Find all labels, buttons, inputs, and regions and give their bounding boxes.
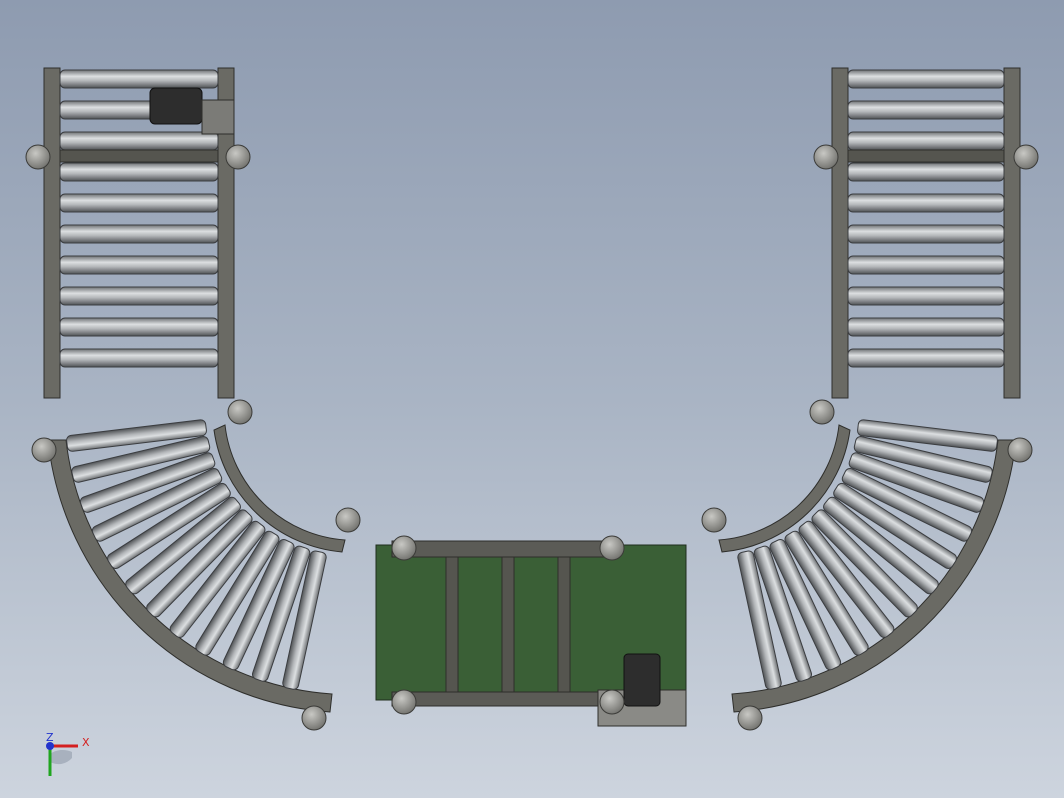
- caster-wheel: [31, 437, 57, 463]
- caster-wheel: [599, 535, 625, 561]
- roller: [847, 131, 1005, 151]
- caster-wheel: [1007, 437, 1033, 463]
- roller: [59, 255, 219, 275]
- roller: [59, 224, 219, 244]
- belt-top-frame: [391, 540, 619, 558]
- caster-wheel: [737, 705, 763, 731]
- roller: [847, 162, 1005, 182]
- roller: [59, 131, 219, 151]
- caster-wheel: [391, 535, 417, 561]
- roller: [847, 317, 1005, 337]
- right-straight-conveyor: [831, 67, 1021, 399]
- caster-wheel: [301, 705, 327, 731]
- roller: [59, 162, 219, 182]
- x-axis-label: X: [82, 736, 90, 749]
- cad-viewport[interactable]: X Z: [0, 0, 1064, 798]
- roller: [847, 286, 1005, 306]
- caster-wheel: [813, 144, 839, 170]
- caster-wheel: [599, 689, 625, 715]
- roller: [59, 193, 219, 213]
- belt-bottom-frame: [391, 691, 619, 707]
- caster-wheel: [25, 144, 51, 170]
- belt-leg-1: [445, 556, 459, 693]
- caster-wheel: [1013, 144, 1039, 170]
- caster-wheel: [701, 507, 727, 533]
- roller: [59, 348, 219, 368]
- left-crossbar: [59, 149, 219, 163]
- caster-wheel: [809, 399, 835, 425]
- roller: [847, 224, 1005, 244]
- caster-wheel: [335, 507, 361, 533]
- left-straight-outer-rail: [43, 67, 61, 399]
- roller: [59, 69, 219, 89]
- caster-wheel: [225, 144, 251, 170]
- right-curve-conveyor: [718, 419, 1017, 713]
- conveyor-assembly-model[interactable]: [0, 0, 1064, 798]
- coordinate-triad: X Z: [36, 728, 106, 788]
- right-straight-rollers: [847, 69, 1005, 368]
- caster-wheel: [227, 399, 253, 425]
- roller: [847, 255, 1005, 275]
- roller: [59, 317, 219, 337]
- center-belt-conveyor: [375, 540, 687, 727]
- left-curve-conveyor: [47, 419, 346, 713]
- belt-leg-3: [557, 556, 571, 693]
- belt-motor: [623, 653, 661, 707]
- right-crossbar: [847, 149, 1005, 163]
- right-straight-outer-rail: [1003, 67, 1021, 399]
- belt-leg-2: [501, 556, 515, 693]
- roller: [847, 348, 1005, 368]
- caster-wheel: [391, 689, 417, 715]
- z-axis-label: Z: [46, 731, 54, 744]
- roller: [847, 193, 1005, 213]
- roller: [59, 286, 219, 306]
- right-straight-inner-rail: [831, 67, 849, 399]
- roller: [847, 100, 1005, 120]
- roller: [847, 69, 1005, 89]
